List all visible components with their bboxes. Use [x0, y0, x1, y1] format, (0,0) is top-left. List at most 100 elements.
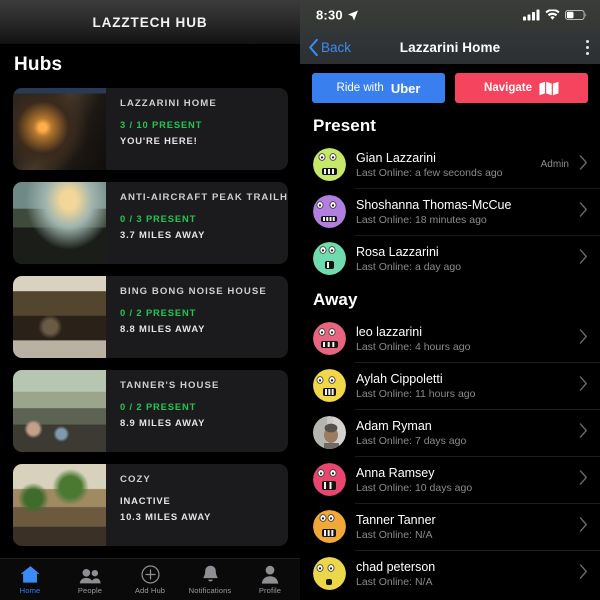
hub-status: 10.3 MILES AWAY: [120, 511, 212, 522]
hub-thumbnail-image: [13, 464, 106, 546]
chevron-right-icon: [579, 249, 588, 268]
person-name: leo lazzarini: [356, 324, 423, 339]
more-dot: [586, 39, 589, 43]
person-info: Rosa Lazzarini Last Online: a day ago: [356, 245, 579, 273]
navigation-bar: Back Lazzarini Home: [300, 30, 600, 64]
hub-status: 3.7 MILES AWAY: [120, 229, 206, 240]
hubs-list[interactable]: LAZZARINI HOME 3 / 10 PRESENT YOU'RE HERE!…: [0, 86, 300, 558]
person-name: Rosa Lazzarini: [356, 244, 439, 259]
navigate-button[interactable]: Navigate: [455, 73, 588, 103]
person-name: Shoshanna Thomas-McCue: [356, 197, 512, 212]
person-row[interactable]: Anna Ramsey Last Online: 10 days ago: [300, 456, 600, 503]
person-name: chad peterson: [356, 559, 436, 574]
person-last-online: Last Online: 4 hours ago: [356, 340, 471, 353]
bottom-tab-bar[interactable]: Home People Add Hub Notifications Profile: [0, 558, 300, 600]
people-icon: [79, 565, 101, 584]
avatar: [313, 416, 346, 449]
app-header: LAZZTECH HUB: [0, 0, 300, 44]
person-last-online: Last Online: a few seconds ago: [356, 166, 503, 179]
person-row[interactable]: chad peterson Last Online: N/A: [300, 550, 600, 597]
hub-thumbnail: [13, 276, 106, 358]
hub-info: LAZZARINI HOME 3 / 10 PRESENT YOU'RE HERE!: [106, 88, 288, 170]
person-name: Adam Ryman: [356, 418, 432, 433]
uber-brand-label: Uber: [390, 80, 421, 96]
person-info: leo lazzarini Last Online: 4 hours ago: [356, 325, 579, 353]
plus-circle-icon: [140, 564, 160, 584]
avatar: [313, 557, 346, 590]
action-buttons: Ride with Uber Navigate: [300, 64, 600, 108]
avatar: [313, 369, 346, 402]
hub-card[interactable]: TANNER'S HOUSE 0 / 2 PRESENT 8.9 MILES AWA…: [13, 370, 288, 452]
tab-label: People: [77, 585, 103, 595]
app-title: LAZZTECH HUB: [92, 14, 208, 30]
hub-thumbnail-image: [13, 88, 106, 170]
hub-info: TANNER'S HOUSE 0 / 2 PRESENT 8.9 MILES AWA…: [106, 370, 288, 452]
person-row[interactable]: Adam Ryman Last Online: 7 days ago: [300, 409, 600, 456]
ride-with-uber-button[interactable]: Ride with Uber: [312, 73, 445, 103]
person-row[interactable]: Shoshanna Thomas-McCue Last Online: 18 mi…: [300, 188, 600, 235]
hub-thumbnail: [13, 464, 106, 546]
hub-thumbnail: [13, 182, 106, 264]
chevron-right-icon: [579, 517, 588, 536]
back-button-label: Back: [321, 39, 352, 55]
people-list: Gian Lazzarini Last Online: a few seconds…: [300, 141, 600, 282]
person-row[interactable]: Tanner Tanner Last Online: N/A: [300, 503, 600, 550]
more-vertical-icon[interactable]: [586, 39, 589, 55]
person-info: Tanner Tanner Last Online: N/A: [356, 513, 579, 541]
hub-card[interactable]: ANTI-AIRCRAFT PEAK TRAILHEAD 0 / 3 PRESEN…: [13, 182, 288, 264]
person-role-badge: Admin: [540, 159, 569, 170]
hub-presence-count: 0 / 2 PRESENT: [120, 307, 197, 318]
person-row[interactable]: leo lazzarini Last Online: 4 hours ago: [300, 315, 600, 362]
tab-notifications[interactable]: Notifications: [180, 565, 240, 595]
hub-card[interactable]: BING BONG NOISE HOUSE 0 / 2 PRESENT 8.8 MI…: [13, 276, 288, 358]
app-screen: LAZZTECH HUB Hubs LAZZARINI HOME 3 / 10 P…: [0, 0, 600, 600]
person-last-online: Last Online: 18 minutes ago: [356, 213, 487, 226]
chevron-right-icon: [579, 564, 588, 583]
back-button[interactable]: Back: [308, 38, 352, 56]
person-last-online: Last Online: N/A: [356, 575, 433, 588]
hub-status: YOU'RE HERE!: [120, 135, 198, 146]
hub-thumbnail: [13, 370, 106, 452]
people-section-title: Present: [313, 116, 377, 135]
hub-name: BING BONG NOISE HOUSE: [120, 286, 267, 297]
person-name: Gian Lazzarini: [356, 150, 436, 165]
tab-label: Add Hub: [134, 585, 166, 595]
hub-presence-count: 0 / 2 PRESENT: [120, 401, 197, 412]
bell-icon: [202, 565, 219, 584]
hubs-panel: LAZZTECH HUB Hubs LAZZARINI HOME 3 / 10 P…: [0, 0, 300, 600]
cellular-signal-icon: [523, 9, 540, 21]
tab-profile[interactable]: Profile: [240, 565, 300, 595]
person-last-online: Last Online: 7 days ago: [356, 434, 467, 447]
person-row[interactable]: Gian Lazzarini Last Online: a few seconds…: [300, 141, 600, 188]
tab-people[interactable]: People: [60, 565, 120, 595]
hub-name: LAZZARINI HOME: [120, 98, 217, 109]
avatar: [313, 195, 346, 228]
tab-home[interactable]: Home: [0, 565, 60, 595]
person-row[interactable]: Aylah Cippoletti Last Online: 11 hours ag…: [300, 362, 600, 409]
chevron-right-icon: [579, 423, 588, 442]
chevron-right-icon: [579, 202, 588, 221]
person-last-online: Last Online: N/A: [356, 528, 433, 541]
hubs-section-label: Hubs: [14, 54, 63, 75]
hub-status: 8.8 MILES AWAY: [120, 323, 206, 334]
avatar: [313, 463, 346, 496]
hub-card[interactable]: COZY INACTIVE 10.3 MILES AWAY: [13, 464, 288, 546]
more-dot: [586, 45, 589, 49]
hubs-section-header: Hubs: [0, 44, 300, 86]
person-name: Aylah Cippoletti: [356, 371, 443, 386]
location-arrow-icon: [347, 10, 358, 20]
people-sections: Present Gian Lazzarini Last Online: a few …: [300, 108, 600, 597]
hub-presence-count: 0 / 3 PRESENT: [120, 213, 197, 224]
map-icon: [539, 81, 559, 95]
avatar: [313, 510, 346, 543]
wifi-icon: [545, 9, 560, 20]
person-info: Adam Ryman Last Online: 7 days ago: [356, 419, 579, 447]
more-dot: [586, 51, 589, 55]
chevron-right-icon: [579, 155, 588, 174]
person-row[interactable]: Rosa Lazzarini Last Online: a day ago: [300, 235, 600, 282]
hub-thumbnail-image: [13, 182, 106, 264]
tab-add-hub[interactable]: Add Hub: [120, 564, 180, 595]
hub-status: 8.9 MILES AWAY: [120, 417, 206, 428]
hub-card[interactable]: LAZZARINI HOME 3 / 10 PRESENT YOU'RE HERE!: [13, 88, 288, 170]
status-bar-time-group: 8:30: [316, 8, 359, 23]
